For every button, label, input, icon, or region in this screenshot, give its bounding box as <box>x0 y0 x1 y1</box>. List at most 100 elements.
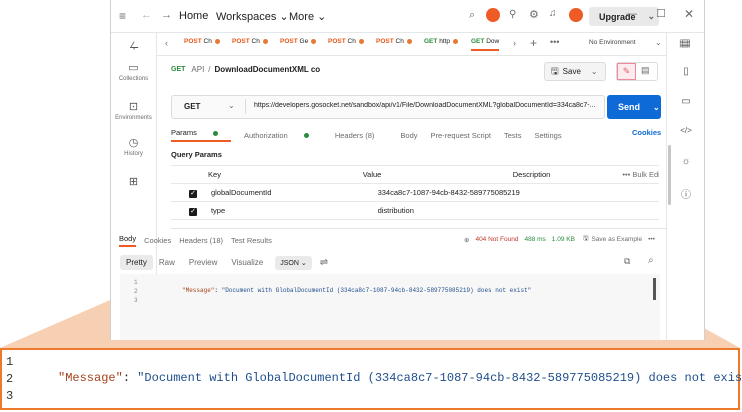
sidebar-item-history[interactable]: ◷ History <box>111 136 156 157</box>
tab-pre-request-script[interactable]: Pre-request Script <box>431 131 491 140</box>
tab-preview[interactable]: Preview <box>189 258 217 267</box>
tab-headers[interactable]: Headers (8) <box>335 131 388 140</box>
column-header-key: Key <box>208 170 221 179</box>
save-button[interactable]: 🖫 Save ⌄ <box>544 62 606 81</box>
copy-icon[interactable]: ⧉ <box>624 256 630 267</box>
new-tab-plus-icon[interactable]: + <box>530 36 537 50</box>
breadcrumb-request-name[interactable]: DownloadDocumentXML co <box>215 65 321 74</box>
request-tab[interactable]: POST Ch <box>328 38 364 45</box>
tab-pretty[interactable]: Pretty <box>120 255 153 270</box>
environments-icon: ⊡ <box>128 101 139 113</box>
cookies-link[interactable]: Cookies <box>632 128 661 137</box>
maximize-icon[interactable]: ☐ <box>656 7 666 20</box>
response-size[interactable]: 1.09 KB <box>552 236 575 243</box>
history-icon: ◷ <box>128 137 139 149</box>
workspaces-menu[interactable]: Workspaces ⌄ <box>216 10 289 23</box>
method-select[interactable]: GET <box>184 102 200 111</box>
request-tab-active[interactable]: GET Dow <box>471 38 500 51</box>
request-tab[interactable]: POST Ge <box>280 38 317 45</box>
environment-selector[interactable]: No Environment <box>589 39 636 46</box>
documentation-icon[interactable]: ▯ <box>667 66 704 77</box>
upgrade-button[interactable]: Upgrade ⌄ <box>589 7 659 26</box>
request-tab[interactable]: POST Ch <box>376 38 412 45</box>
bulk-edit-link[interactable]: ••• Bulk Edit <box>622 170 659 179</box>
team-icon: ഺ <box>128 39 139 51</box>
json-key: "Message" <box>58 371 123 385</box>
notifications-bell-icon[interactable]: ♫ <box>549 8 557 19</box>
tab-visualize[interactable]: Visualize <box>231 258 263 267</box>
sidebar-item-collections[interactable]: ▭ Collections <box>111 61 156 82</box>
apps-grid-icon: ⊞ <box>128 176 139 188</box>
send-button[interactable]: Send ⌄ <box>607 95 661 119</box>
request-tab[interactable]: GET http <box>424 38 459 45</box>
postman-logo-icon[interactable] <box>486 8 500 22</box>
chevron-down-icon[interactable]: ⌄ <box>228 101 235 110</box>
sidebar-item-environments[interactable]: ⊡ Environments <box>111 100 156 121</box>
param-key[interactable]: globalDocumentId <box>211 188 378 197</box>
tab-params[interactable]: Params <box>171 128 231 142</box>
sidebar-item-team[interactable]: ഺ <box>111 39 156 54</box>
search-icon[interactable]: ⌕ <box>648 255 654 266</box>
environment-settings-icon[interactable]: ▤ <box>679 38 688 49</box>
minimize-icon[interactable]: — <box>626 8 637 20</box>
sidebar-item-apps[interactable]: ⊞ <box>111 175 156 190</box>
breadcrumb: GET API / DownloadDocumentXML co <box>171 65 320 74</box>
tab-tests[interactable]: Tests <box>504 131 522 140</box>
param-checkbox[interactable]: ✓ <box>189 207 197 216</box>
close-icon[interactable]: ✕ <box>684 7 694 21</box>
tab-test-results[interactable]: Test Results <box>231 236 272 245</box>
more-tabs-icon[interactable]: ••• <box>550 37 559 47</box>
format-select[interactable]: JSON ⌄ <box>275 255 312 270</box>
status-badge[interactable]: 404 Not Found <box>475 236 518 243</box>
save-label: Save <box>562 67 581 76</box>
globe-icon[interactable]: ⊕ <box>464 236 469 244</box>
param-key[interactable]: type <box>211 206 378 215</box>
editor-scrollbar[interactable] <box>653 278 656 300</box>
url-input[interactable]: https://developers.gosocket.net/sandbox/… <box>254 102 600 109</box>
edit-pencil-icon[interactable]: ✎ <box>617 63 636 80</box>
code-icon[interactable]: </> <box>667 126 704 135</box>
param-value[interactable]: 334ca8c7-1087-94cb-8432-589775085219 <box>378 188 540 197</box>
tab-response-cookies[interactable]: Cookies <box>144 236 171 245</box>
hamburger-menu-icon[interactable]: ≡ <box>119 9 126 23</box>
response-body-editor[interactable]: 1 2 3 "Message": "Document with GlobalDo… <box>120 274 660 340</box>
collections-icon: ▭ <box>128 62 139 74</box>
invite-user-icon[interactable]: ⚲ <box>509 9 516 20</box>
chevron-down-icon[interactable]: ⌄ <box>655 38 662 47</box>
param-checkbox[interactable]: ✓ <box>189 189 197 198</box>
json-key: "Message" <box>182 287 215 294</box>
search-icon[interactable]: ⌕ <box>469 9 475 22</box>
chevron-right-icon[interactable]: › <box>513 38 516 48</box>
tab-settings[interactable]: Settings <box>535 131 562 140</box>
param-value[interactable]: distribution <box>378 206 540 215</box>
comment-icon[interactable]: ▤ <box>641 65 650 76</box>
breadcrumb-collection[interactable]: API <box>191 65 204 74</box>
save-as-example-button[interactable]: Save as Example <box>591 236 642 243</box>
more-options-icon[interactable]: ••• <box>648 236 655 243</box>
request-tab[interactable]: POST Ch <box>184 38 220 45</box>
more-menu[interactable]: More ⌄ <box>289 10 326 23</box>
chevron-left-icon[interactable]: ‹ <box>165 38 168 48</box>
table-row: ✓ globalDocumentId 334ca8c7-1087-94cb-84… <box>171 184 659 202</box>
comments-icon[interactable]: ▭ <box>667 96 704 107</box>
back-arrow-icon[interactable]: ← <box>141 9 152 21</box>
request-tab[interactable]: POST Ch <box>232 38 268 45</box>
forward-arrow-icon[interactable]: → <box>161 9 172 21</box>
params-scrollbar[interactable] <box>668 145 671 205</box>
wrap-lines-icon[interactable]: ⇌ <box>320 257 328 268</box>
info-icon[interactable]: ⓘ <box>667 186 704 201</box>
response-tabs: Body Cookies Headers (18) Test Results <box>119 234 272 247</box>
avatar[interactable] <box>569 8 583 22</box>
zoom-code-line: "Message": "Document with GlobalDocument… <box>58 371 742 385</box>
response-time[interactable]: 488 ms <box>524 236 545 243</box>
bulb-icon[interactable]: ☼ <box>667 156 704 167</box>
tab-authorization[interactable]: Authorization <box>244 131 322 140</box>
settings-gear-icon[interactable]: ⚙ <box>529 8 539 21</box>
home-menu[interactable]: Home <box>179 10 208 22</box>
tab-body[interactable]: Body <box>400 131 417 140</box>
http-request-icon: GET <box>171 66 186 73</box>
tab-raw[interactable]: Raw <box>159 258 175 267</box>
tab-response-headers[interactable]: Headers (18) <box>179 236 223 245</box>
tab-response-body[interactable]: Body <box>119 234 137 247</box>
response-bar: Body Cookies Headers (18) Test Results ⊕… <box>119 228 666 247</box>
